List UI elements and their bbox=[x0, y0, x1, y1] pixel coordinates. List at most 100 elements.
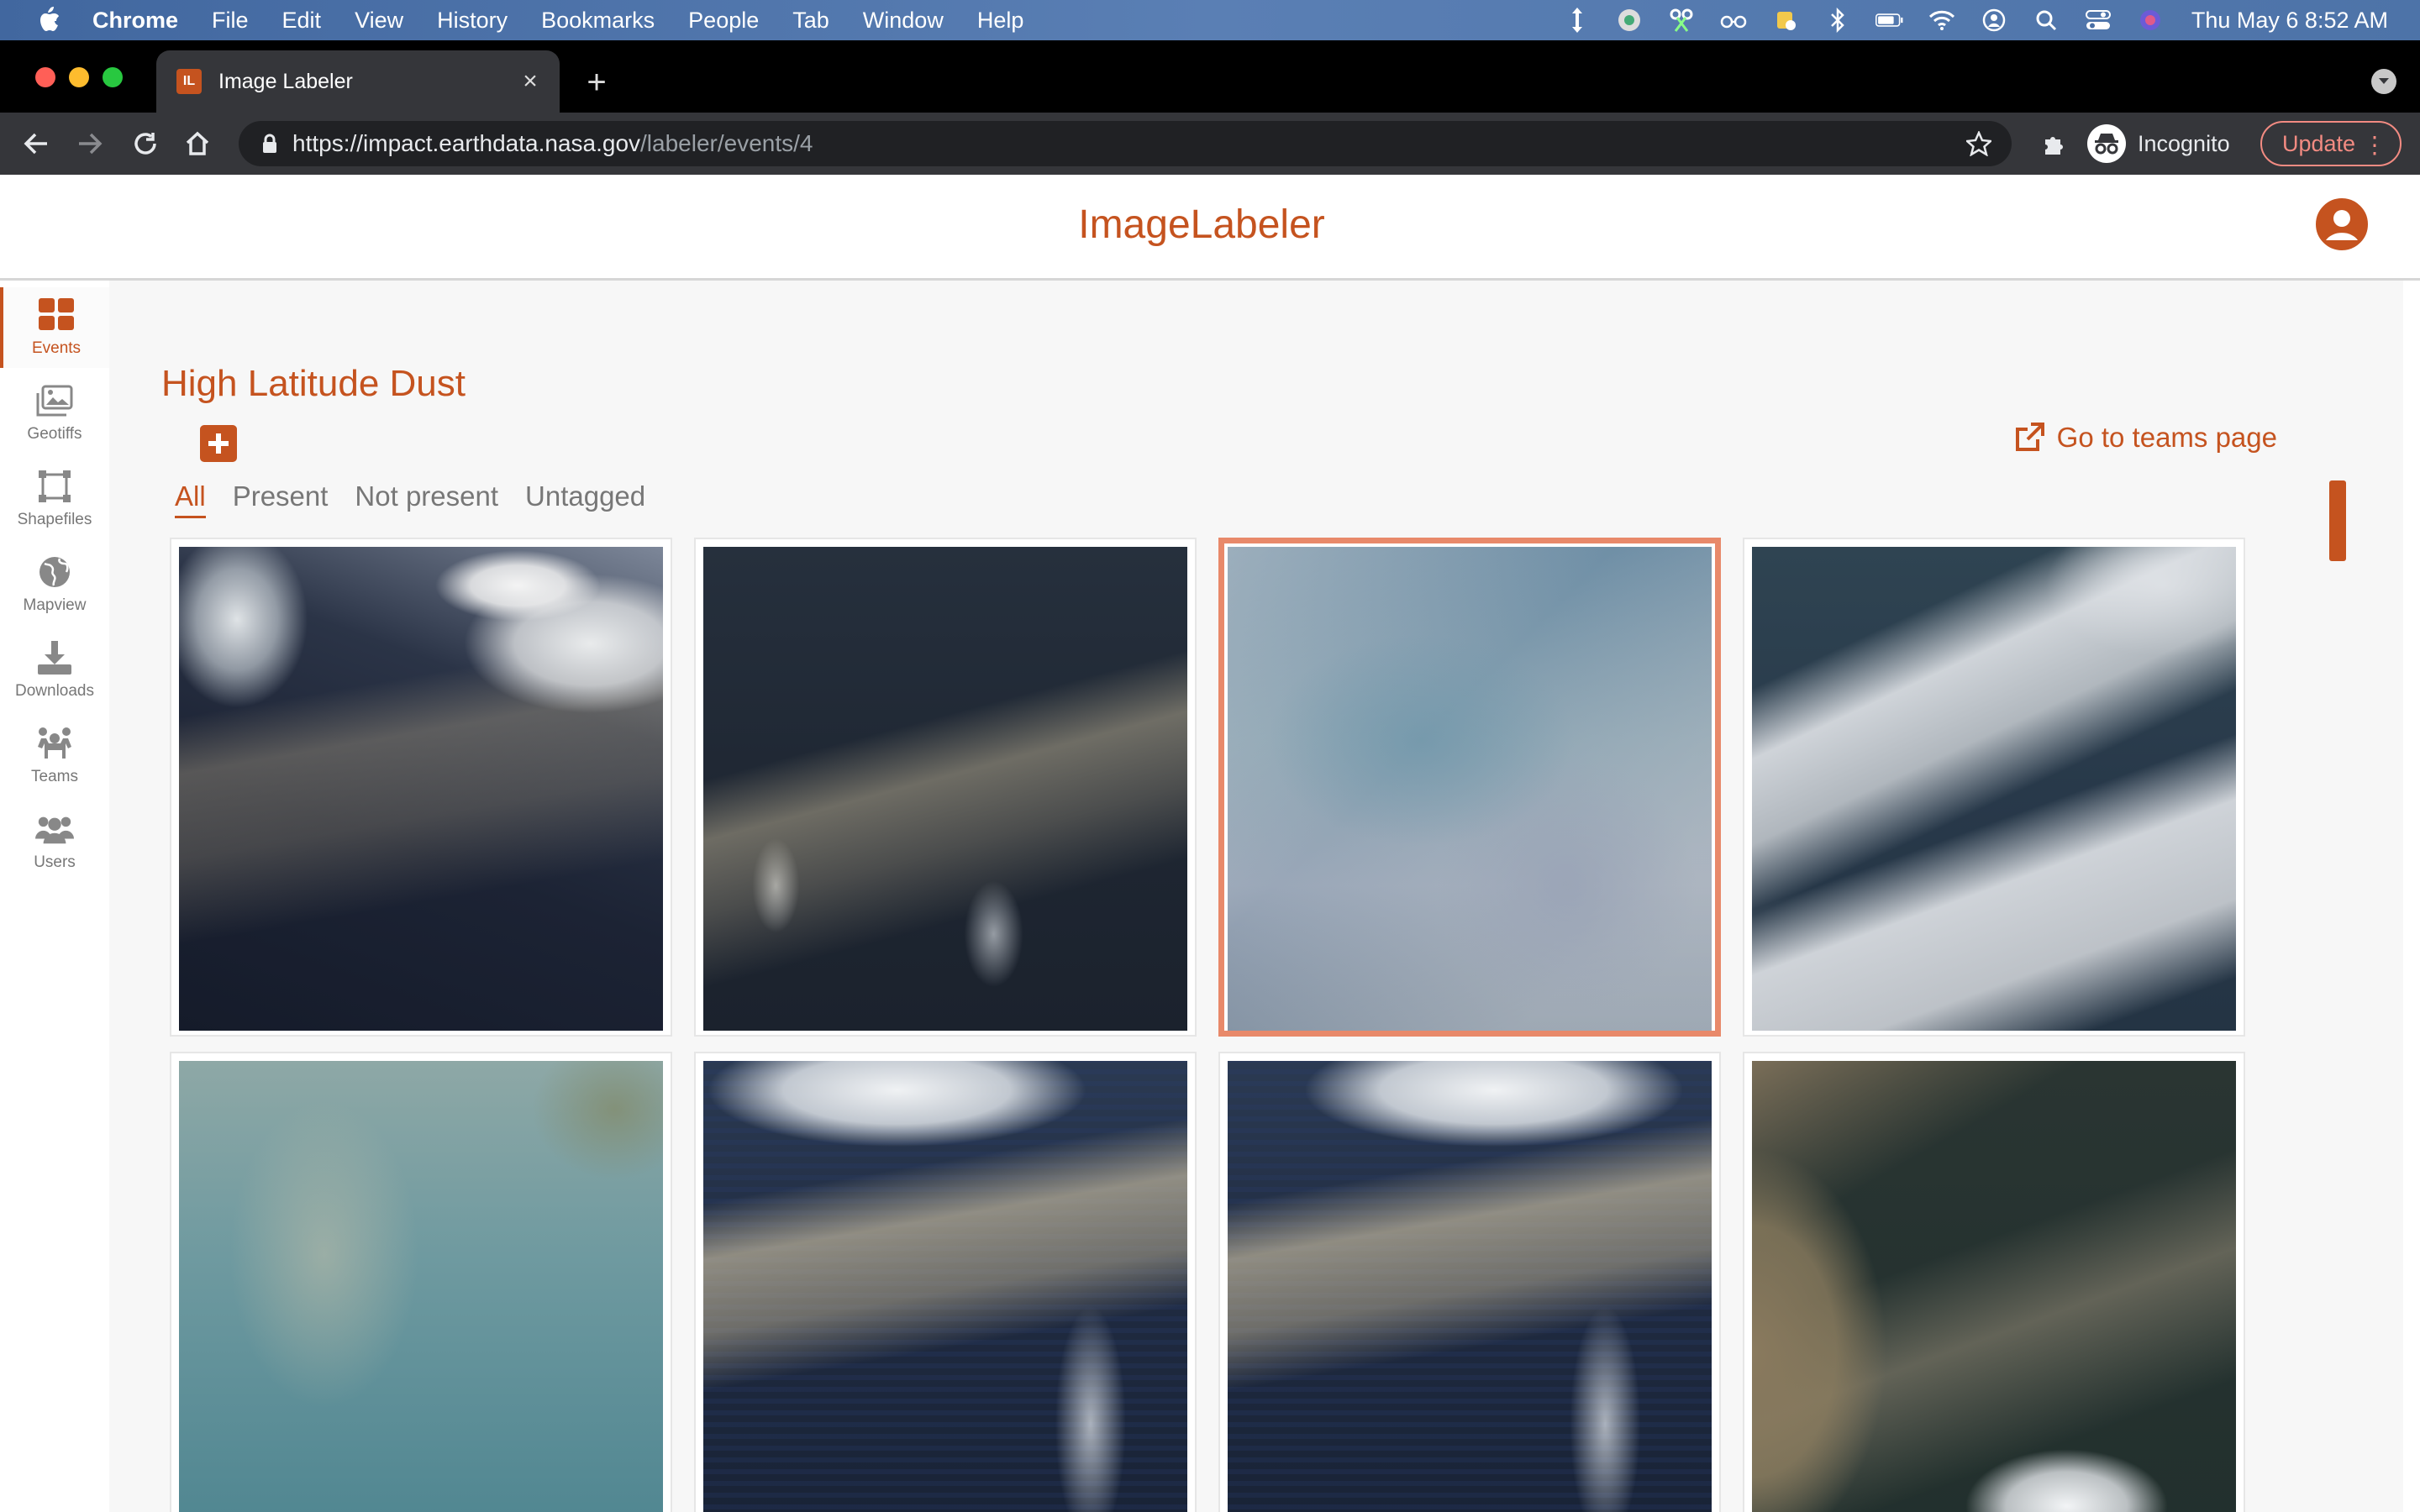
sidebar-label-mapview: Mapview bbox=[23, 596, 87, 614]
image-card[interactable] bbox=[1743, 1052, 2245, 1512]
sidebar-label-users: Users bbox=[34, 853, 76, 871]
sidebar-item-teams[interactable]: Teams bbox=[0, 716, 109, 796]
go-to-teams-link[interactable]: Go to teams page bbox=[2013, 422, 2277, 454]
add-image-button[interactable] bbox=[200, 425, 237, 462]
bluetooth-icon[interactable] bbox=[1823, 6, 1852, 34]
image-card[interactable] bbox=[1743, 538, 2245, 1037]
satellite-image[interactable] bbox=[703, 547, 1187, 1031]
menu-file[interactable]: File bbox=[212, 8, 249, 34]
incognito-icon bbox=[2087, 124, 2126, 163]
tab-title: Image Labeler bbox=[218, 69, 353, 93]
url-host: https://impact.earthdata.nasa.gov bbox=[292, 130, 641, 156]
satellite-image[interactable] bbox=[703, 1061, 1187, 1512]
forward-button[interactable] bbox=[72, 126, 108, 161]
tab-search-button[interactable] bbox=[2371, 69, 2396, 94]
main-content: High Latitude Dust Go to teams page All … bbox=[109, 281, 2395, 1512]
reload-button[interactable] bbox=[128, 126, 163, 161]
satellite-image[interactable] bbox=[1228, 547, 1712, 1031]
sidebar-label-geotiffs: Geotiffs bbox=[27, 425, 82, 443]
menu-help[interactable]: Help bbox=[977, 8, 1024, 34]
shapes-icon bbox=[35, 467, 74, 506]
fullscreen-window-button[interactable] bbox=[103, 67, 123, 87]
lock-icon[interactable] bbox=[257, 131, 282, 156]
new-tab-button[interactable]: + bbox=[580, 64, 613, 101]
scissors-icon[interactable] bbox=[1667, 6, 1696, 34]
sidebar-item-users[interactable]: Users bbox=[0, 801, 109, 882]
app-header: ImageLabeler bbox=[0, 175, 2420, 281]
menu-tab[interactable]: Tab bbox=[792, 8, 829, 34]
sidebar-label-shapefiles: Shapefiles bbox=[17, 511, 92, 528]
satellite-image[interactable] bbox=[179, 547, 663, 1031]
more-vert-icon[interactable]: ⋮ bbox=[2363, 131, 2386, 159]
event-title: High Latitude Dust bbox=[161, 363, 466, 404]
glasses-icon[interactable] bbox=[1719, 6, 1748, 34]
close-window-button[interactable] bbox=[35, 67, 55, 87]
sidebar-item-downloads[interactable]: Downloads bbox=[0, 630, 109, 711]
menu-app-name[interactable]: Chrome bbox=[92, 8, 178, 34]
battery-icon[interactable] bbox=[1875, 6, 1904, 34]
menu-view[interactable]: View bbox=[355, 8, 403, 34]
menu-edit[interactable]: Edit bbox=[282, 8, 322, 34]
image-card[interactable] bbox=[170, 1052, 672, 1512]
favicon-icon: IL bbox=[176, 69, 202, 94]
tab-close-icon[interactable]: × bbox=[518, 67, 543, 95]
sidebar-item-events[interactable]: Events bbox=[0, 287, 109, 368]
browser-tab-active[interactable]: IL Image Labeler × bbox=[156, 50, 560, 113]
page-scrollbar[interactable] bbox=[2403, 281, 2420, 1512]
tab-not-present[interactable]: Not present bbox=[355, 480, 498, 518]
menu-window[interactable]: Window bbox=[863, 8, 944, 34]
extensions-puzzle-icon[interactable] bbox=[2037, 126, 2072, 161]
satellite-image[interactable] bbox=[179, 1061, 663, 1512]
bookmark-star-icon[interactable] bbox=[1965, 129, 1993, 158]
image-card[interactable] bbox=[694, 1052, 1197, 1512]
sidebar-item-geotiffs[interactable]: Geotiffs bbox=[0, 373, 109, 454]
user-switch-icon[interactable] bbox=[1980, 6, 2008, 34]
update-button[interactable]: Update ⋮ bbox=[2260, 121, 2402, 166]
address-bar[interactable]: https://impact.earthdata.nasa.gov/labele… bbox=[239, 121, 2012, 166]
minimize-window-button[interactable] bbox=[69, 67, 89, 87]
sidebar-item-mapview[interactable]: Mapview bbox=[0, 544, 109, 625]
spotlight-search-icon[interactable] bbox=[2032, 6, 2060, 34]
tab-present[interactable]: Present bbox=[233, 480, 329, 518]
globe-icon bbox=[35, 553, 74, 591]
image-card[interactable] bbox=[1218, 1052, 1721, 1512]
resize-arrows-icon[interactable] bbox=[1563, 6, 1591, 34]
macos-menubar: Chrome File Edit View History Bookmarks … bbox=[0, 0, 2420, 40]
sidebar-label-downloads: Downloads bbox=[15, 682, 94, 700]
teams-link-label: Go to teams page bbox=[2056, 422, 2277, 453]
siri-icon[interactable] bbox=[2136, 6, 2165, 34]
team-icon bbox=[35, 724, 74, 763]
users-icon bbox=[35, 810, 74, 848]
wifi-icon[interactable] bbox=[1928, 6, 1956, 34]
chrome-status-icon[interactable] bbox=[1615, 6, 1644, 34]
tab-all[interactable]: All bbox=[175, 480, 206, 518]
sidebar-label-events: Events bbox=[31, 339, 82, 357]
control-center-icon[interactable] bbox=[2084, 6, 2112, 34]
grid-scroll-thumb[interactable] bbox=[2329, 480, 2346, 561]
home-button[interactable] bbox=[180, 126, 215, 161]
plus-icon bbox=[208, 433, 229, 454]
satellite-image[interactable] bbox=[1228, 1061, 1712, 1512]
incognito-profile-button[interactable]: Incognito bbox=[2087, 121, 2230, 166]
satellite-image[interactable] bbox=[1752, 547, 2236, 1031]
menu-history[interactable]: History bbox=[437, 8, 508, 34]
tab-untagged[interactable]: Untagged bbox=[525, 480, 645, 518]
apple-icon[interactable] bbox=[34, 5, 64, 35]
image-card-selected[interactable] bbox=[1218, 538, 1721, 1037]
satellite-image[interactable] bbox=[1752, 1061, 2236, 1512]
user-profile-icon[interactable] bbox=[2316, 198, 2368, 250]
sidebar-item-shapefiles[interactable]: Shapefiles bbox=[0, 459, 109, 539]
images-icon bbox=[35, 381, 74, 420]
url-path: /labeler/events/4 bbox=[640, 130, 813, 156]
image-card[interactable] bbox=[694, 538, 1197, 1037]
grid-icon bbox=[37, 296, 76, 334]
menubar-clock[interactable]: Thu May 6 8:52 AM bbox=[2191, 8, 2388, 34]
back-button[interactable] bbox=[18, 126, 54, 161]
app-title[interactable]: ImageLabeler bbox=[0, 202, 2403, 248]
menu-people[interactable]: People bbox=[688, 8, 759, 34]
image-card[interactable] bbox=[170, 538, 672, 1037]
update-label: Update bbox=[2282, 130, 2356, 156]
notes-icon[interactable] bbox=[1771, 6, 1800, 34]
menu-bookmarks[interactable]: Bookmarks bbox=[541, 8, 655, 34]
incognito-label: Incognito bbox=[2138, 130, 2230, 156]
